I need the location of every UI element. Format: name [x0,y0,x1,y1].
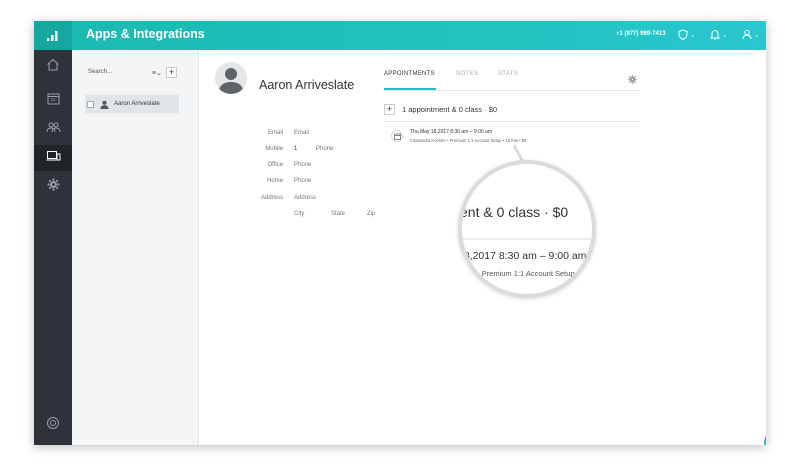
chevron-down-icon: ⌄ [754,32,760,39]
state-field[interactable]: State [331,211,345,217]
active-tab-indicator [384,88,436,90]
office-label: Office [267,162,283,168]
tab-appointments[interactable]: APPOINTMENTS [384,71,435,77]
calendar-icon: 31 [47,92,60,105]
search-input[interactable]: Search... [88,69,112,75]
sidebar-item-settings[interactable] [34,174,72,200]
email-label: Email [267,130,283,136]
gear-icon [47,178,60,196]
sidebar-item-calendar[interactable]: 31 [34,85,72,111]
country-code[interactable]: 1 [294,146,297,152]
devices-icon [46,149,61,167]
help-ring-icon [46,416,60,435]
office-field[interactable]: Phone [294,162,311,168]
phone-number[interactable]: +1 (877) 989-7413 [616,31,666,37]
appointments-summary: 1 appointment & 0 class · $0 [402,105,498,114]
home-field[interactable]: Phone [294,178,311,184]
top-bar: Apps & Integrations +1 (877) 989-7413 ⌄ … [34,21,766,50]
appointment-time[interactable]: Thu May 18,2017 8:30 am – 9:00 am [410,129,492,135]
gear-icon[interactable] [628,71,637,89]
chevron-down-icon: ⌄ [690,32,696,39]
city-field[interactable]: City [294,211,304,217]
add-appointment-button[interactable]: + [384,104,395,115]
sidebar: 31 [34,50,72,445]
tab-stats[interactable]: STATS [498,71,518,77]
calendar-day: 31 [50,96,56,102]
add-contact-button[interactable]: + [165,67,177,78]
tab-divider [384,90,640,91]
address-label: Address [260,195,283,201]
sidebar-item-people[interactable] [34,116,72,142]
contact-checkbox[interactable] [87,100,94,108]
home-label: Home [266,178,283,184]
logo-icon[interactable] [34,21,72,50]
contact-name: Aaron Arriveslate [114,101,160,107]
user-icon [742,29,752,42]
mobile-field[interactable]: Phone [316,146,333,152]
shield-menu[interactable]: ⌄ [678,28,696,42]
sidebar-item-home[interactable] [34,54,72,80]
contact-list-pane: Search... ≡⌄ + Aaron Arriveslate [72,50,236,445]
avatar[interactable] [215,62,247,94]
page-title: Apps & Integrations [86,27,205,41]
sidebar-item-help[interactable] [34,412,72,438]
app-window: Apps & Integrations +1 (877) 989-7413 ⌄ … [34,21,766,445]
list-tools: ≡⌄ + [152,67,177,78]
divider [384,121,640,122]
sidebar-item-apps[interactable] [34,145,72,171]
appointment-details: Cassandra Koehler • Premium 1:1 Account … [410,138,527,143]
user-menu[interactable]: ⌄ [742,29,759,41]
avatar-icon [100,100,109,109]
magnified-divider [462,238,592,240]
email-field[interactable]: Email [294,130,309,136]
list-view-icon[interactable]: ≡⌄ [152,69,162,77]
list-item[interactable]: Aaron Arriveslate [85,95,179,113]
chevron-down-icon: ⌄ [722,32,728,39]
tab-notes[interactable]: NOTES [456,71,478,77]
address-field[interactable]: Address [294,195,316,201]
mobile-label: Mobile [265,146,283,152]
bell-icon [709,29,721,42]
appointment-calendar-icon [391,130,403,142]
people-icon [46,120,61,138]
magnified-details: oehler • Premium 1:1 Account Setup [458,269,575,278]
contact-title: Aaron Arriveslate [259,78,355,92]
magnifier-callout: ent & 0 class · $0 18,2017 8:30 am – 9:0… [458,160,596,298]
home-icon [46,58,60,76]
bell-menu[interactable]: ⌄ [709,29,728,42]
magnified-time: 18,2017 8:30 am – 9:00 am [458,250,587,262]
contact-detail: Aaron Arriveslate Email Email Mobile 1 P… [200,50,766,445]
magnified-summary: ent & 0 class · $0 [460,204,569,220]
shield-icon [678,28,688,42]
zip-field[interactable]: Zip [367,211,375,217]
